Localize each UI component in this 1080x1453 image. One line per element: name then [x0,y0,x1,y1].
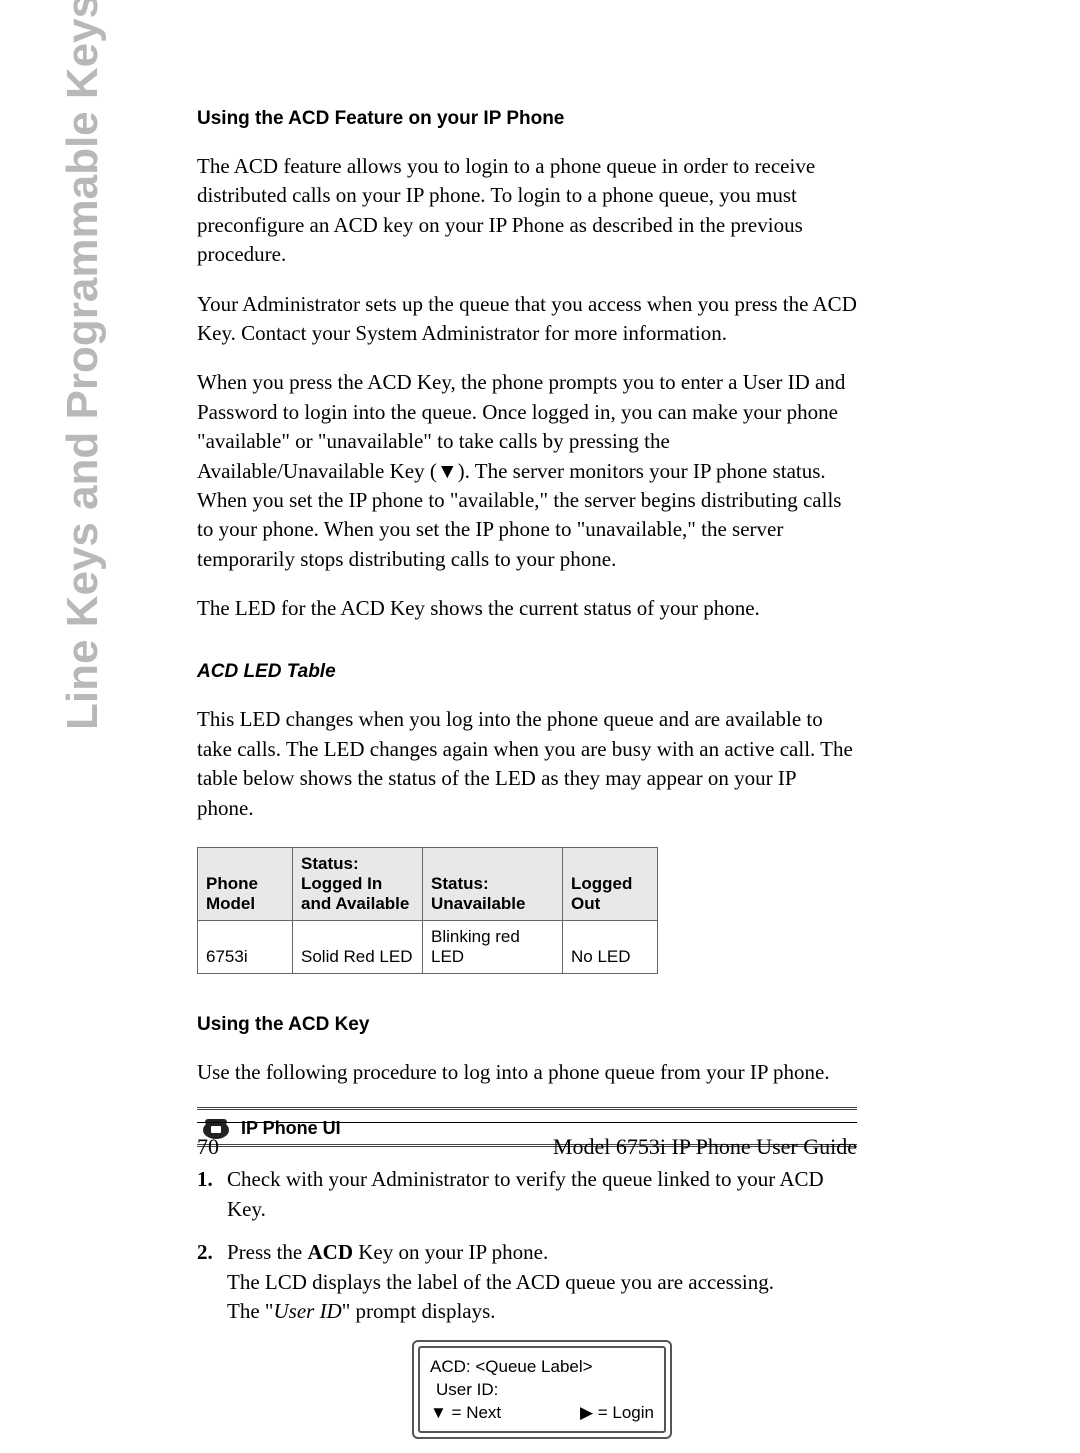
table-cell: Solid Red LED [293,921,423,974]
heading-using-acd-feature: Using the ACD Feature on your IP Phone [197,108,857,130]
paragraph: Use the following procedure to log into … [197,1058,857,1087]
down-triangle-icon: ▼ [430,1403,447,1422]
paragraph: When you press the ACD Key, the phone pr… [197,368,857,574]
paragraph: Your Administrator sets up the queue tha… [197,290,857,349]
text-fragment: Key on your IP phone. [353,1240,548,1264]
paragraph: The ACD feature allows you to login to a… [197,152,857,270]
table-cell: No LED [563,921,658,974]
text-fragment: = Login [593,1403,654,1422]
text-fragment: = Next [447,1403,501,1422]
text-fragment: Press the [227,1240,308,1264]
lcd-screen-illustration: ACD: <Queue Label> User ID: ▼ = Next ▶ =… [412,1340,672,1439]
lcd-line: User ID: [430,1379,654,1402]
table-cell: Blinking red LED [423,921,563,974]
paragraph: The LED for the ACD Key shows the curren… [197,594,857,623]
table-header: Status: Unavailable [423,848,563,921]
heading-using-acd-key: Using the ACD Key [197,1014,857,1036]
lcd-softkey-row: ▼ = Next ▶ = Login [430,1402,654,1425]
page-content: Using the ACD Feature on your IP Phone T… [197,108,857,1453]
page-footer: 70 Model 6753i IP Phone User Guide [197,1134,857,1160]
footer-title: Model 6753i IP Phone User Guide [553,1134,857,1160]
table-cell: 6753i [198,921,293,974]
lcd-softkey-login: ▶ = Login [580,1402,654,1425]
step-item: Press the ACD Key on your IP phone. The … [197,1238,857,1439]
table-header: Status: Logged In and Available [293,848,423,921]
text-fragment: The LCD displays the label of the ACD qu… [227,1270,774,1294]
paragraph: This LED changes when you log into the p… [197,705,857,823]
footer-rule [197,1122,857,1123]
step-item: Check with your Administrator to verify … [197,1165,857,1224]
text-fragment: The " [227,1299,273,1323]
table-row: 6753i Solid Red LED Blinking red LED No … [198,921,658,974]
right-triangle-icon: ▶ [580,1403,593,1422]
down-triangle-icon: ▼ [437,459,458,483]
procedure-steps: Check with your Administrator to verify … [197,1165,857,1439]
table-header: Logged Out [563,848,658,921]
heading-acd-led-table: ACD LED Table [197,661,857,683]
table-header: Phone Model [198,848,293,921]
lcd-inner: ACD: <Queue Label> User ID: ▼ = Next ▶ =… [418,1346,666,1433]
text-fragment-bold: ACD [308,1240,354,1264]
acd-led-table: Phone Model Status: Logged In and Availa… [197,847,658,974]
sidebar-chapter-title: Line Keys and Programmable Keys [58,0,108,730]
text-fragment-italic: User ID [273,1299,341,1323]
text-fragment: " prompt displays. [342,1299,496,1323]
lcd-line: ACD: <Queue Label> [430,1356,654,1379]
text-fragment: Check with your Administrator to verify … [227,1167,824,1220]
lcd-softkey-next: ▼ = Next [430,1402,501,1425]
page-number: 70 [197,1134,219,1160]
